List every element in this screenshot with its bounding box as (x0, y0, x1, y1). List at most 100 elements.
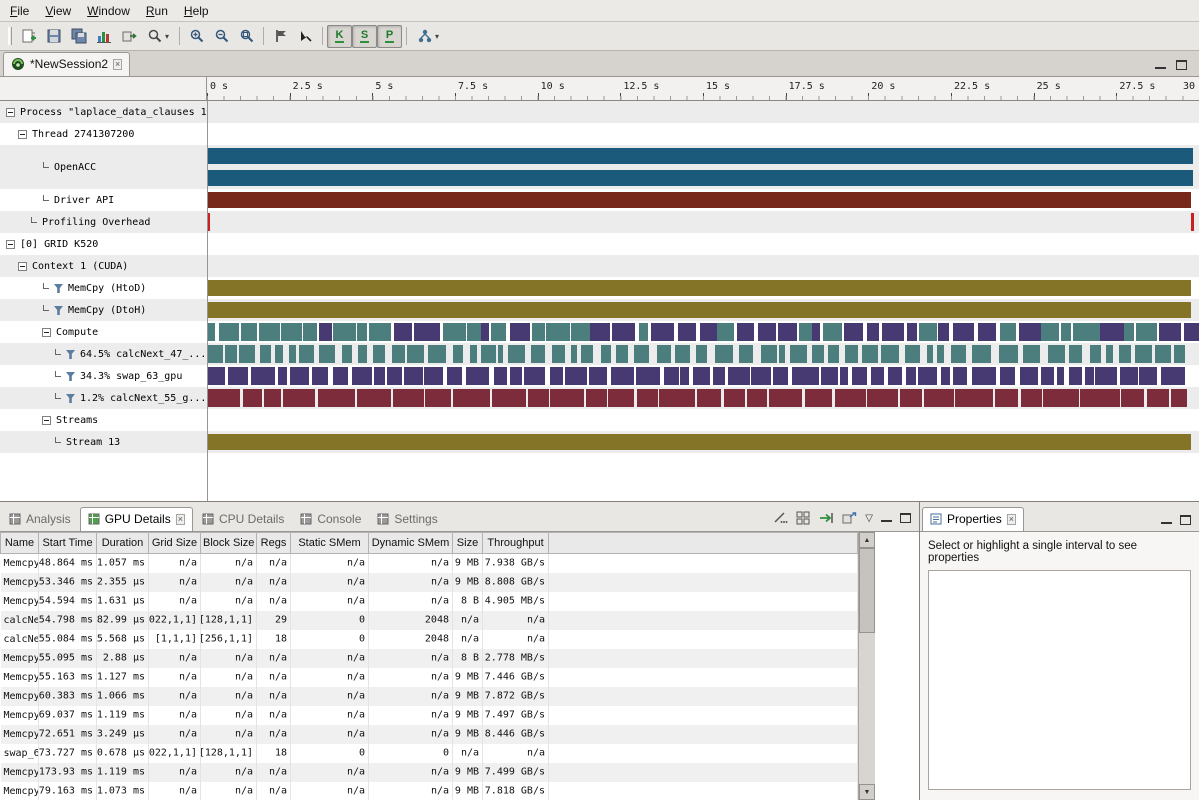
timeline-row[interactable]: Profiling Overhead (0, 211, 1199, 233)
timeline-interval[interactable] (260, 345, 272, 363)
timeline-interval[interactable] (812, 323, 820, 341)
timeline-interval[interactable] (550, 389, 585, 407)
scroll-down-icon[interactable]: ▼ (859, 784, 875, 800)
timeline-interval[interactable] (467, 323, 481, 341)
timeline-interval[interactable] (225, 345, 236, 363)
pc-sampling-button[interactable]: P (377, 25, 402, 48)
timeline-interval[interactable] (867, 323, 879, 341)
timeline-interval[interactable] (1139, 367, 1157, 385)
tab-close-icon[interactable]: × (176, 514, 185, 525)
timeline-interval[interactable] (693, 367, 710, 385)
details-minimize-button[interactable] (881, 514, 892, 522)
analysis-menu-button[interactable]: ▾ (411, 25, 445, 48)
timeline-interval[interactable] (373, 345, 385, 363)
timeline-interval[interactable] (1119, 345, 1132, 363)
timeline-interval[interactable] (882, 323, 904, 341)
timeline-interval[interactable] (713, 367, 725, 385)
timeline-interval[interactable] (1000, 367, 1015, 385)
timeline-interval[interactable] (862, 345, 878, 363)
timeline-interval[interactable] (1090, 345, 1101, 363)
timeline-interval[interactable] (758, 323, 776, 341)
timeline-row[interactable]: 64.5% calcNext_47_... (0, 343, 1199, 365)
table-row[interactable]: Memcpy155.163 ms1.127 msn/an/an/an/an/a9… (1, 668, 858, 687)
timeline-interval[interactable] (590, 323, 610, 341)
timeline-row[interactable]: Streams (0, 409, 1199, 431)
minimize-button[interactable] (1155, 61, 1166, 69)
tab-cpu-details[interactable]: CPU Details (195, 508, 291, 531)
timeline-interval[interactable] (571, 345, 577, 363)
timeline-interval[interactable] (387, 367, 402, 385)
timeline-interval[interactable] (972, 367, 996, 385)
menu-item-help[interactable]: Help (176, 1, 217, 21)
timeline-row[interactable]: MemCpy (DtoH) (0, 299, 1199, 321)
timeline-interval[interactable] (1121, 389, 1144, 407)
timeline-interval[interactable] (1061, 323, 1071, 341)
timeline-lane[interactable] (207, 255, 1199, 277)
timeline-interval[interactable] (778, 323, 797, 341)
timeline-interval[interactable] (392, 345, 405, 363)
timeline-ruler[interactable]: 0 s2.5 s5 s7.5 s10 s12.5 s15 s17.5 s20 s… (207, 77, 1199, 100)
tab-analysis[interactable]: Analysis (2, 508, 78, 531)
zoom-out-button[interactable] (209, 25, 234, 48)
timeline-tree-cell[interactable]: Process "laplace_data_clauses 10... (0, 101, 207, 123)
timeline-lane[interactable] (207, 101, 1199, 123)
timeline-interval[interactable] (634, 345, 650, 363)
timeline-interval[interactable] (498, 345, 503, 363)
timeline-row[interactable]: 1.2% calcNext_55_g... (0, 387, 1199, 409)
marker-flag-button[interactable] (268, 25, 293, 48)
timeline-interval[interactable] (900, 389, 922, 407)
timeline-interval[interactable] (761, 345, 777, 363)
timeline-interval[interactable] (1106, 345, 1113, 363)
timeline-interval[interactable] (871, 367, 884, 385)
filter-icon[interactable] (54, 306, 64, 315)
timeline-interval[interactable] (524, 367, 546, 385)
timeline-interval[interactable] (953, 323, 974, 341)
timeline-interval[interactable] (1095, 367, 1117, 385)
timeline-interval[interactable] (1069, 345, 1083, 363)
timeline-interval[interactable] (697, 389, 722, 407)
timeline-interval[interactable] (550, 367, 563, 385)
timeline-tree-cell[interactable]: MemCpy (DtoH) (0, 299, 207, 321)
timeline-tree-cell[interactable]: MemCpy (HtoD) (0, 277, 207, 299)
tree-timeline-divider[interactable] (207, 101, 208, 501)
menu-item-file[interactable]: File (2, 1, 37, 21)
details-maximize-button[interactable] (900, 513, 911, 523)
timeline-interval[interactable] (470, 345, 477, 363)
timeline-interval[interactable] (739, 345, 754, 363)
timeline-row[interactable]: OpenACC (0, 145, 1199, 189)
timeline-interval[interactable] (938, 323, 949, 341)
table-row[interactable]: Memcpy173.93 ms1.119 msn/an/an/an/an/a9 … (1, 763, 858, 782)
collapse-icon[interactable] (42, 416, 51, 425)
timeline-row[interactable]: MemCpy (HtoD) (0, 277, 1199, 299)
timeline-interval[interactable] (881, 345, 899, 363)
properties-tab-close-icon[interactable]: × (1007, 514, 1016, 525)
timeline-interval[interactable] (586, 389, 607, 407)
timeline-interval[interactable] (835, 389, 866, 407)
timeline-interval[interactable] (394, 323, 412, 341)
timeline-interval[interactable] (208, 302, 1191, 318)
timeline-lane[interactable] (207, 145, 1199, 189)
menu-item-window[interactable]: Window (79, 1, 138, 21)
timeline-interval[interactable] (571, 323, 590, 341)
timeline-tree-cell[interactable]: [0] GRID K520 (0, 233, 207, 255)
timeline-interval[interactable] (1057, 367, 1064, 385)
timeline-interval[interactable] (657, 345, 671, 363)
collapse-icon[interactable] (18, 130, 27, 139)
timeline-interval[interactable] (601, 345, 612, 363)
timeline-interval[interactable] (369, 323, 391, 341)
timeline-interval[interactable] (636, 367, 660, 385)
timeline-interval[interactable] (219, 323, 239, 341)
timeline-interval[interactable] (924, 389, 954, 407)
timeline-interval[interactable] (208, 367, 225, 385)
timeline-lane[interactable] (207, 321, 1199, 343)
timeline-interval[interactable] (611, 367, 635, 385)
export-button[interactable] (116, 25, 141, 48)
column-header-size[interactable]: Size (453, 533, 483, 554)
timeline-row[interactable]: Compute (0, 321, 1199, 343)
timeline-interval[interactable] (510, 323, 530, 341)
timeline-interval[interactable] (393, 389, 424, 407)
timeline-interval[interactable] (494, 367, 507, 385)
timeline-interval[interactable] (264, 389, 280, 407)
timeline-interval[interactable] (508, 345, 525, 363)
timeline-interval[interactable] (208, 323, 215, 341)
